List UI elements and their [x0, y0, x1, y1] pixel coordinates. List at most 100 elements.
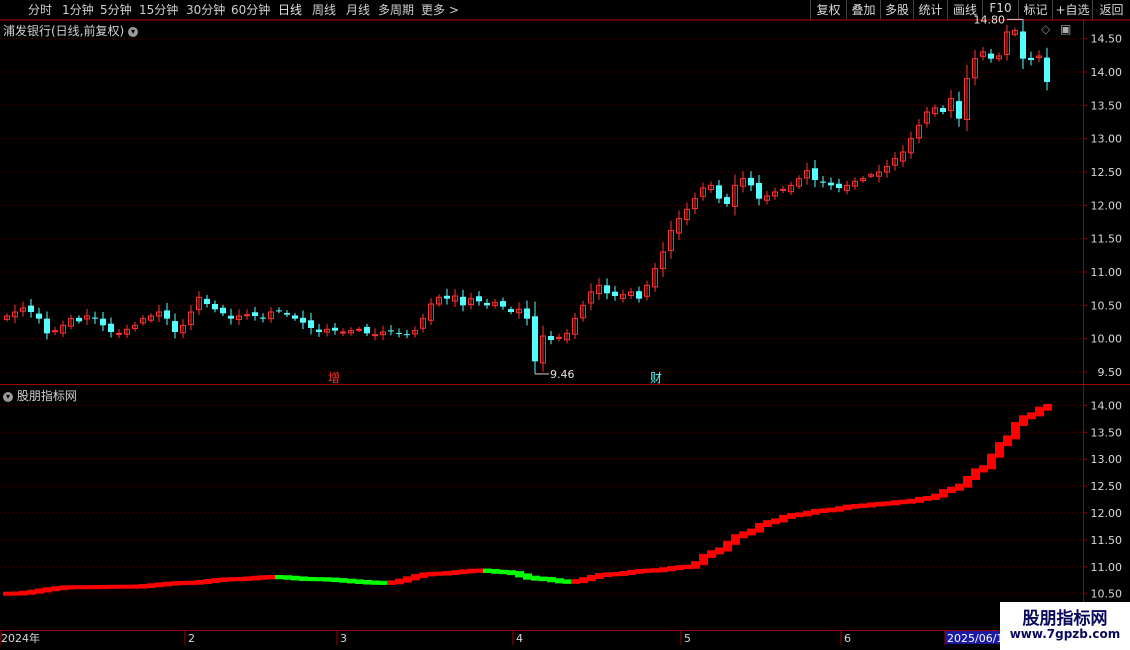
indicator-step: [787, 513, 796, 519]
period-tab-7[interactable]: 周线: [312, 1, 336, 18]
period-tab-2[interactable]: 5分钟: [100, 1, 132, 18]
tool-button-8[interactable]: 返回: [1092, 0, 1130, 19]
candle-body: [244, 314, 250, 317]
candle-body: [756, 182, 762, 199]
main-panel-header: 浦发银行(日线,前复权) ▾: [3, 22, 139, 39]
candle-body: [812, 168, 818, 180]
indicator-step: [3, 591, 12, 596]
indicator-step: [155, 582, 164, 588]
candle-body: [676, 218, 682, 234]
candle-body: [1012, 30, 1018, 35]
candle-body: [12, 311, 18, 318]
indicator-step: [1043, 403, 1052, 411]
indicator-step: [955, 483, 964, 491]
candle-body: [636, 291, 642, 299]
y-tick-label: 14.50: [1091, 33, 1123, 46]
tool-button-7[interactable]: +自选: [1052, 0, 1092, 19]
indicator-step: [707, 550, 716, 558]
tool-button-6[interactable]: 标记: [1018, 0, 1052, 19]
tool-button-1[interactable]: 叠加: [846, 0, 880, 19]
candle-body: [212, 304, 218, 310]
candle-body: [436, 296, 442, 305]
candle-body: [252, 312, 258, 316]
tool-button-2[interactable]: 多股: [880, 0, 913, 19]
indicator-step: [371, 580, 380, 585]
candle-body: [556, 336, 562, 339]
candle-body: [732, 184, 738, 207]
candle-body: [700, 187, 706, 197]
candle-body: [348, 330, 354, 334]
indicator-step: [795, 512, 804, 518]
candle-body: [36, 313, 42, 319]
period-tab-10[interactable]: 更多 >: [421, 1, 459, 18]
indicator-step: [307, 576, 316, 582]
tool-button-5[interactable]: F10: [982, 0, 1018, 19]
indicator-step: [411, 574, 420, 581]
candle-body: [604, 285, 610, 294]
indicator-step: [587, 574, 596, 582]
indicator-step: [67, 585, 76, 590]
indicator-step: [83, 585, 92, 590]
chevron-down-icon[interactable]: ▾: [128, 26, 139, 37]
indicator-step: [483, 568, 492, 573]
candle-body: [4, 315, 10, 320]
period-tab-9[interactable]: 多周期: [378, 1, 414, 18]
indicator-step: [283, 575, 292, 580]
y-tick-label: 10.50: [1091, 588, 1123, 601]
candle-body: [908, 138, 914, 154]
indicator-step: [835, 506, 844, 512]
period-tab-0[interactable]: 分时: [28, 1, 52, 18]
period-tab-8[interactable]: 月线: [346, 1, 370, 18]
tool-button-0[interactable]: 复权: [810, 0, 846, 19]
indicator-step: [987, 453, 996, 470]
indicator-step: [315, 577, 324, 582]
indicator-step: [499, 569, 508, 575]
indicator-step: [99, 584, 108, 590]
indicator-step: [355, 579, 364, 584]
indicator-step: [115, 584, 124, 589]
candle-body: [68, 318, 74, 327]
candle-body: [988, 53, 994, 59]
candle-body: [596, 284, 602, 295]
indicator-step: [851, 503, 860, 509]
candle-body: [916, 124, 922, 139]
event-marker: 增: [328, 371, 340, 385]
diamond-icon[interactable]: ◇: [1041, 22, 1050, 36]
indicator-step: [195, 579, 204, 585]
annotations: 14.809.46增财: [328, 13, 1023, 385]
candle-body: [452, 295, 458, 302]
candle-body: [380, 331, 386, 336]
indicator-step: [603, 572, 612, 578]
period-tab-1[interactable]: 1分钟: [62, 1, 94, 18]
chevron-down-icon[interactable]: ▾: [3, 391, 13, 402]
indicator-step: [563, 579, 572, 584]
tool-button-3[interactable]: 统计: [913, 0, 947, 19]
candle-body: [420, 318, 426, 329]
candle-body: [1004, 31, 1010, 55]
candle-body: [108, 323, 114, 332]
candle-body: [132, 324, 138, 330]
candle-body: [948, 98, 954, 111]
indicator-step: [531, 575, 540, 581]
period-tab-3[interactable]: 15分钟: [139, 1, 178, 18]
period-tab-6[interactable]: 日线: [278, 1, 302, 18]
indicator-step: [691, 561, 700, 569]
candle-body: [116, 332, 122, 335]
candle-body: [772, 191, 778, 197]
indicator-step: [507, 570, 516, 576]
candle-body: [196, 296, 202, 311]
indicator-step: [739, 531, 748, 539]
indicator-step: [747, 528, 756, 536]
candle-body: [340, 331, 346, 334]
indicator-step: [379, 580, 388, 585]
indicator-step: [11, 591, 20, 596]
y-tick-label: 11.00: [1091, 561, 1123, 574]
period-tab-4[interactable]: 30分钟: [186, 1, 225, 18]
candle-body: [388, 330, 394, 332]
tool-button-4[interactable]: 画线: [947, 0, 982, 19]
x-tick-label: 5: [684, 632, 691, 645]
indicator-step: [339, 578, 348, 583]
period-tab-5[interactable]: 60分钟: [231, 1, 270, 18]
indicator-step: [667, 566, 676, 572]
panel-toggle-icon[interactable]: ▣: [1060, 22, 1071, 36]
